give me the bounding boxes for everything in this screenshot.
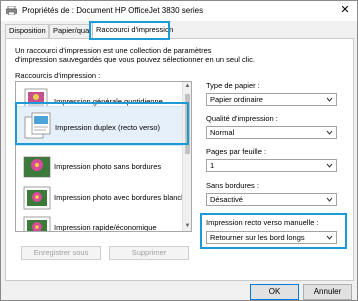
cancel-button[interactable]: Annuler <box>303 284 352 300</box>
window-title: Propriétés de : Document HP OfficeJet 38… <box>22 6 204 15</box>
select-value: Désactivé <box>210 195 243 204</box>
tab-papier-qualite[interactable]: Papier/qualité <box>49 24 91 38</box>
description-text: Un raccourci d'impression est une collec… <box>15 46 255 64</box>
select-value: Normal <box>210 128 235 137</box>
pages-per-sheet-select[interactable]: 1 <box>206 159 337 172</box>
pages-per-sheet-label: Pages par feuille : <box>206 147 267 156</box>
photo-flower-icon <box>23 216 51 231</box>
print-quality-label: Qualité d'impression : <box>206 114 278 123</box>
title-bar: Propriétés de : Document HP OfficeJet 38… <box>1 1 357 21</box>
close-icon[interactable]: ✕ <box>338 3 352 17</box>
tab-label: Disposition <box>9 26 46 35</box>
chevron-down-icon <box>326 97 333 102</box>
borderless-select[interactable]: Désactivé <box>206 193 337 206</box>
tab-label: Papier/qualité <box>53 26 90 35</box>
manual-duplex-highlight-frame <box>200 213 347 249</box>
paper-type-select[interactable]: Papier ordinaire <box>206 93 337 106</box>
select-value: 1 <box>210 161 215 170</box>
printer-icon <box>6 6 17 15</box>
scroll-up-icon[interactable]: ▲ <box>184 83 191 90</box>
ok-button[interactable]: OK <box>250 284 299 300</box>
tab-strip: Disposition Papier/qualité Raccourci d'i… <box>5 21 355 39</box>
list-item[interactable]: Impression rapide/économique <box>16 209 184 232</box>
paper-type-label: Type de papier : <box>206 81 260 90</box>
list-item-label: Impression rapide/économique <box>54 223 157 232</box>
shortcuts-label: Raccourcis d'impression : <box>15 71 101 80</box>
list-item-label: Impression photo avec bordures blanches <box>54 193 192 202</box>
chevron-down-icon <box>326 130 333 135</box>
chevron-down-icon <box>326 197 333 202</box>
tab-disposition[interactable]: Disposition <box>5 24 49 38</box>
selected-item-highlight-frame <box>15 102 189 145</box>
scroll-down-icon[interactable]: ▼ <box>184 223 191 230</box>
list-item-label: Impression photo sans bordures <box>54 162 162 171</box>
photo-flower-icon <box>23 186 51 210</box>
borderless-label: Sans bordures : <box>206 181 259 190</box>
chevron-down-icon <box>326 163 333 168</box>
delete-button[interactable]: Supprimer <box>109 246 189 260</box>
printer-properties-dialog: Propriétés de : Document HP OfficeJet 38… <box>0 0 358 301</box>
print-quality-select[interactable]: Normal <box>206 126 337 139</box>
save-as-button[interactable]: Enregistrer sous <box>21 246 101 260</box>
tab-highlight-frame <box>89 21 170 40</box>
select-value: Papier ordinaire <box>210 95 263 104</box>
photo-flower-icon <box>23 156 51 178</box>
